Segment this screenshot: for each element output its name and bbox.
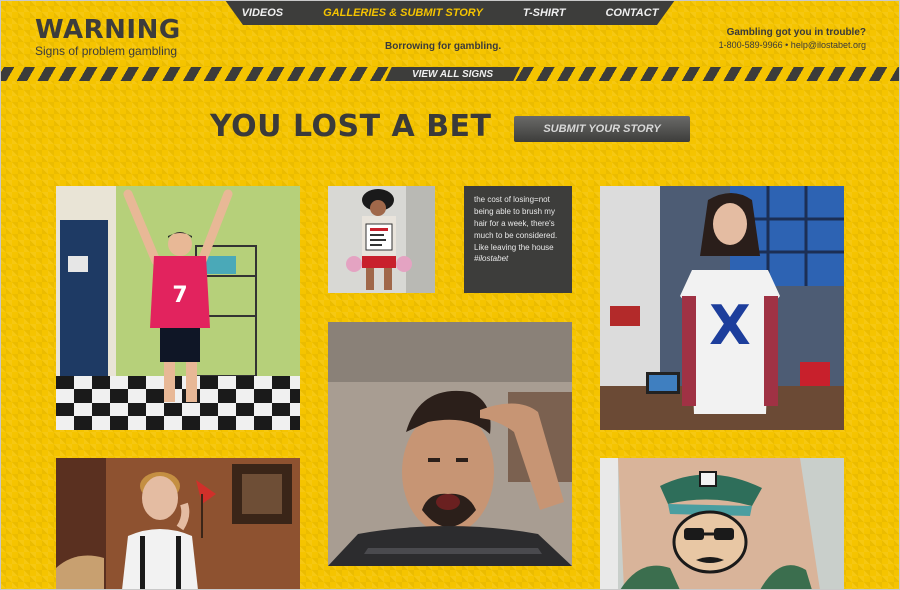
photo-x-shirt-illustration: X	[600, 186, 844, 430]
view-all-signs-button[interactable]: VIEW ALL SIGNS	[385, 67, 520, 81]
logo-subtitle: Signs of problem gambling	[35, 44, 178, 58]
contact-question: Gambling got you in trouble?	[726, 27, 866, 38]
quote-text: the cost of losing=not being able to bru…	[474, 195, 558, 252]
contact-details[interactable]: 1-800-589-9966 • help@ilostabet.org	[719, 40, 866, 50]
contact-block: Gambling got you in trouble? 1-800-589-9…	[719, 27, 866, 50]
main-nav: VIDEOS GALLERIES & SUBMIT STORY T-SHIRT …	[225, 0, 675, 25]
logo-title: WARNING	[35, 15, 181, 45]
gallery-photo-jersey[interactable]: 7	[56, 186, 300, 430]
photo-tattoo-illustration	[600, 458, 844, 590]
warning-tagline: Borrowing for gambling.	[385, 41, 502, 52]
quote-hashtag: #ilostabet	[474, 254, 509, 263]
nav-item-contact[interactable]: CONTACT	[605, 7, 658, 19]
gallery-photo-suspenders[interactable]	[56, 458, 300, 590]
gallery-photo-tattoo[interactable]	[600, 458, 844, 590]
logo[interactable]: WARNING Signs of problem gambling	[35, 17, 181, 58]
nav-item-galleries[interactable]: GALLERIES & SUBMIT STORY	[323, 7, 483, 19]
page-title: YOU LOST A BET	[210, 109, 492, 144]
nav-item-videos[interactable]: VIDEOS	[242, 7, 284, 19]
photo-suspenders-illustration	[56, 458, 300, 590]
gallery-photo-costume[interactable]	[328, 186, 435, 293]
svg-text:7: 7	[172, 283, 187, 308]
gallery-quote-card[interactable]: the cost of losing=not being able to bru…	[464, 186, 572, 293]
photo-jersey-illustration: 7	[56, 186, 300, 430]
gallery-photo-man[interactable]	[328, 322, 572, 566]
photo-man-illustration	[328, 322, 572, 566]
nav-item-tshirt[interactable]: T-SHIRT	[523, 7, 566, 19]
photo-costume-illustration	[328, 186, 435, 293]
gallery-photo-x-shirt[interactable]: X	[600, 186, 844, 430]
svg-text:X: X	[709, 294, 751, 357]
submit-story-button[interactable]: SUBMIT YOUR STORY	[514, 116, 690, 142]
